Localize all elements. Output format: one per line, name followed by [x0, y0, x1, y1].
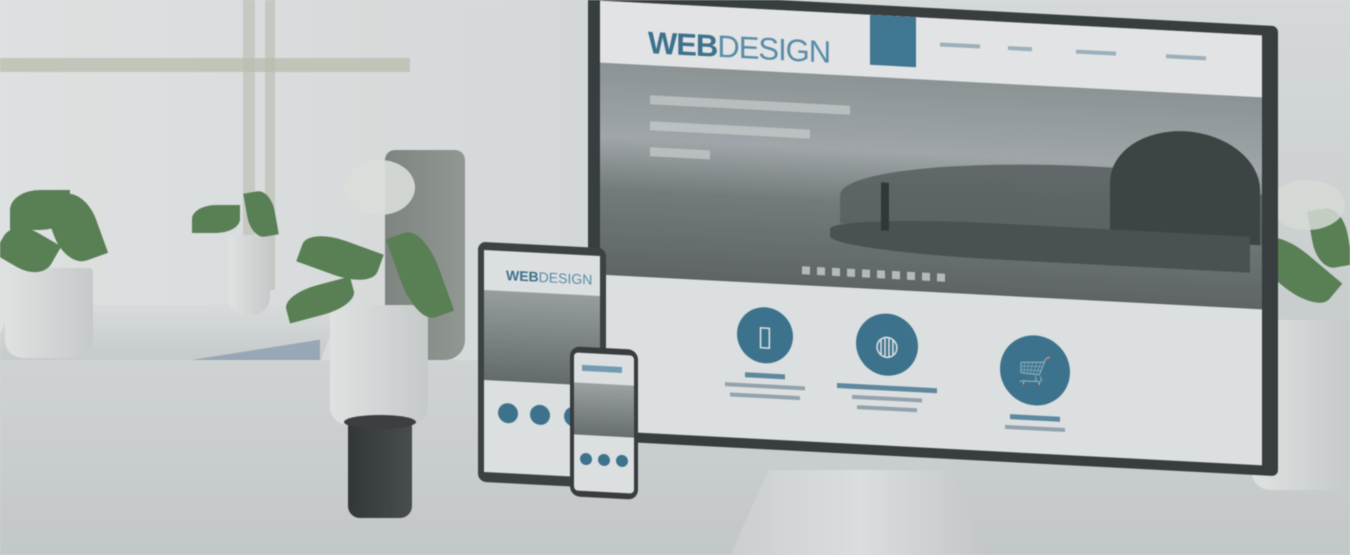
office-desk-photo: WEBDESIGN ▯ ◍ 🛒 WEBDESIGN: [0, 0, 1350, 555]
grey-photo-overlay: [0, 0, 1350, 555]
